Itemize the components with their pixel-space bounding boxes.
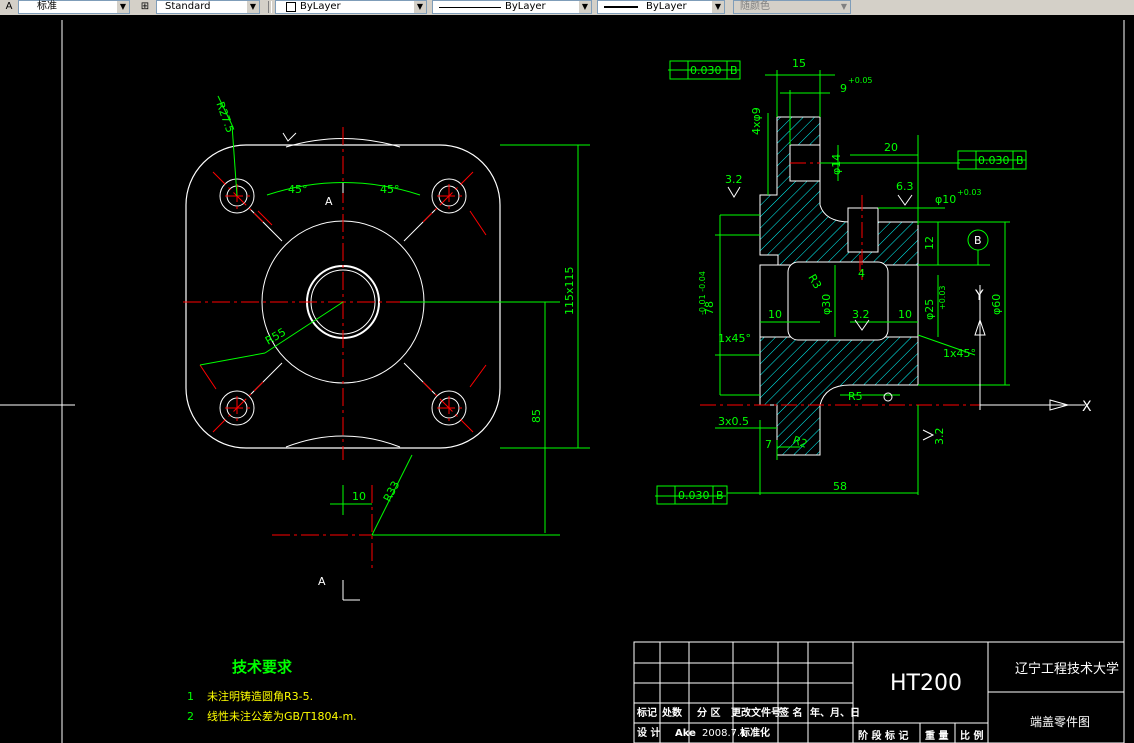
linetype-select[interactable]: ByLayer ▼ (432, 0, 592, 14)
height-dim-label: 115x115 (563, 266, 576, 315)
drawing-canvas[interactable]: R27.5 45° 45° R55 115x115 85 10 R33 A A (0, 15, 1134, 743)
req2-text: 线性未注公差为GB/T1804-m. (207, 709, 357, 723)
holes-label: 4xφ9 (750, 107, 763, 135)
dim-12-label: 12 (923, 236, 936, 250)
chevron-down-icon: ▼ (838, 1, 850, 13)
dim-20-label: 20 (884, 141, 898, 154)
dim-85-label: 85 (530, 409, 543, 423)
rough-right-label: 3.2 (933, 428, 946, 446)
req1-number: 1 (187, 690, 194, 703)
properties-toolbar: A 标准 ▼ ⊞ Standard ▼ ByLayer ▼ ByLayer ▼ … (0, 0, 1134, 16)
chevron-down-icon: ▼ (414, 1, 426, 13)
dim-style-value: Standard (165, 1, 211, 12)
r5-label: R5 (848, 390, 863, 403)
layer-color-select[interactable]: ByLayer ▼ (275, 0, 427, 14)
tb-label-0: 标记 (636, 706, 657, 719)
layer-color-value: ByLayer (300, 1, 341, 12)
dim-style-select[interactable]: Standard ▼ (156, 0, 260, 14)
text-style-select[interactable]: 标准 ▼ (18, 0, 130, 14)
lineweight-value: ByLayer (646, 1, 687, 12)
tb-label-3: 更改文件号 (731, 706, 781, 719)
section-label-bottom: A (318, 575, 326, 588)
color-swatch-icon (286, 2, 296, 12)
dim-style-icon[interactable]: ⊞ (138, 0, 152, 14)
tb-label-4: 签 名 (778, 706, 802, 719)
d60-label: φ60 (990, 294, 1003, 315)
dim-10-bottom-label: 10 (352, 490, 366, 503)
part-name: 端盖零件图 (1030, 715, 1090, 729)
axis-x-label: X (1082, 399, 1092, 415)
chevron-down-icon: ▼ (579, 1, 591, 13)
datum-right: B (1016, 154, 1024, 167)
text-style-value: 标准 (37, 1, 57, 12)
d10-tol: +0.03 (957, 188, 982, 197)
rough-left-label: 3.2 (725, 173, 743, 186)
school-name: 辽宁工程技术大学 (1015, 661, 1119, 677)
axis-y-label: Y (974, 288, 984, 304)
datum-top: B (730, 64, 738, 77)
chevron-down-icon: ▼ (712, 1, 724, 13)
text-style-icon[interactable]: A (2, 0, 16, 14)
angle-left-label: 45° (288, 183, 308, 196)
dim-58-label: 58 (833, 480, 847, 493)
lineweight-select[interactable]: ByLayer ▼ (597, 0, 725, 14)
rough-mid-label: 3.2 (852, 308, 870, 321)
tb-label-2: 分 区 (697, 706, 720, 719)
material-value: HT200 (890, 671, 962, 696)
dim-3x05-label: 3x0.5 (718, 415, 749, 428)
req2-number: 2 (187, 710, 194, 723)
d14-label: φ14 (830, 154, 843, 175)
rough-63-label: 6.3 (896, 180, 914, 193)
plot-style-value: 随颜色 (740, 1, 770, 12)
tol-right-value: 0.030 (978, 154, 1010, 167)
datum-bottom: B (716, 489, 724, 502)
dim-10b-label: 10 (898, 308, 912, 321)
chevron-down-icon: ▼ (117, 1, 129, 13)
linetype-value: ByLayer (505, 1, 546, 12)
weight-label: 重 量 (925, 729, 948, 742)
tol-bottom-value: 0.030 (678, 489, 710, 502)
dim-7-label: 7 (765, 438, 772, 451)
req1-text: 未注明铸造圆角R3-5. (207, 689, 313, 703)
d10-label: φ10 (935, 193, 956, 206)
dim-9-tol: +0.05 (848, 76, 873, 85)
tech-title: 技术要求 (232, 658, 293, 676)
chevron-down-icon: ▼ (247, 1, 259, 13)
section-label-top: A (325, 195, 333, 208)
design-label: 设 计 (637, 726, 660, 739)
chamfer-left-label: 1x45° (718, 332, 751, 345)
tb-label-1: 处数 (661, 706, 683, 719)
dim-15-label: 15 (792, 57, 806, 70)
toolbar-separator (268, 1, 272, 13)
stage-mark-label: 阶 段 标 记 (858, 729, 908, 742)
chamfer-right-label: 1x45° (943, 347, 976, 360)
designer-value: Ake (675, 728, 696, 739)
dim-4-label: 4 (858, 267, 865, 280)
tol-top-value: 0.030 (690, 64, 722, 77)
std-label: 标准化 (739, 726, 770, 739)
d25-tol: +0.03 (938, 285, 947, 310)
d78-tol: -0.01 -0.04 (698, 271, 707, 315)
angle-right-label: 45° (380, 183, 400, 196)
scale-label: 比 例 (960, 729, 983, 742)
lineweight-preview-icon (604, 6, 638, 8)
tb-label-5: 年、月、日 (810, 706, 860, 719)
dim-9-label: 9 (840, 82, 847, 95)
datum-circle-label: B (974, 234, 982, 247)
linetype-preview-icon (439, 7, 501, 8)
d25-label: φ25 (923, 299, 936, 320)
d30-label: φ30 (820, 294, 833, 315)
plot-style-select[interactable]: 随颜色 ▼ (733, 0, 851, 14)
dim-10a-label: 10 (768, 308, 782, 321)
